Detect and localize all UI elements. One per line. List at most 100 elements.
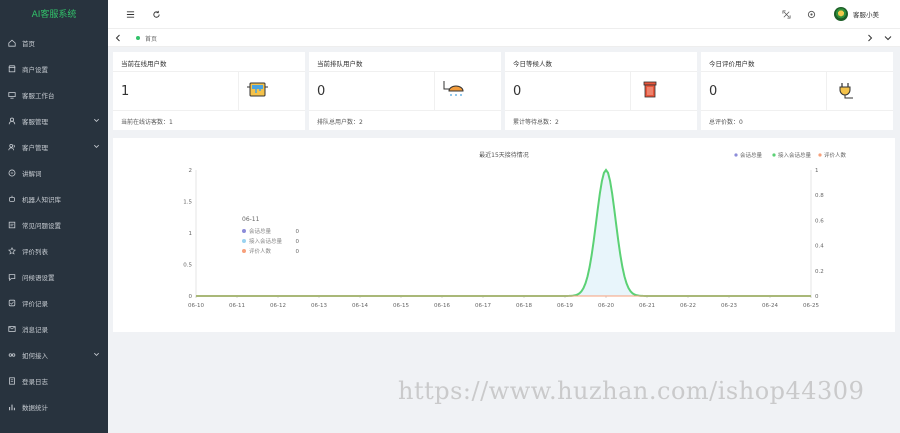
x-tick-label: 06-25	[803, 303, 819, 309]
card-footer: 累计等待总数：2	[513, 119, 559, 126]
sidebar-item-home[interactable]: 首页	[0, 30, 108, 56]
card-value: 0	[709, 84, 718, 99]
sidebar-item-message[interactable]: 消息记录	[0, 316, 108, 342]
x-tick-label: 06-18	[516, 303, 532, 309]
sidebar-item-label: 数据统计	[22, 404, 48, 412]
tooltip-value: 0	[296, 249, 300, 255]
sidebar-item-customers[interactable]: 客户管理	[0, 134, 108, 160]
tooltip-value: 0	[296, 229, 300, 235]
tooltip-date: 06-11	[242, 216, 260, 223]
sidebar-item-label: 消息记录	[22, 326, 48, 334]
robot-icon	[8, 195, 16, 203]
x-tick-label: 06-19	[557, 303, 573, 309]
theme-icon[interactable]	[806, 9, 816, 19]
sidebar-item-label: 客服工作台	[22, 92, 55, 100]
log-icon	[8, 377, 16, 385]
tab-home-label: 首页	[145, 35, 158, 43]
sidebar-item-connect[interactable]: 如何接入	[0, 342, 108, 368]
sidebar-item-log[interactable]: 登录日志	[0, 368, 108, 394]
chart-title: 最近15天接待情况	[479, 151, 529, 159]
tab-home[interactable]: 首页	[136, 33, 157, 43]
tab-scroll-right-icon[interactable]	[865, 33, 875, 43]
tab-options-chevron-down-icon[interactable]	[883, 33, 893, 43]
x-tick-label: 06-23	[721, 303, 737, 309]
sidebar-item-robot[interactable]: 机器人知识库	[0, 186, 108, 212]
y-right-tick-label: 0	[815, 294, 819, 300]
divider	[309, 71, 501, 72]
sidebar-item-star[interactable]: 评价列表	[0, 238, 108, 264]
chevron-down-icon	[94, 352, 99, 356]
connect-icon	[8, 351, 16, 359]
refresh-icon[interactable]	[151, 9, 161, 19]
fullscreen-icon[interactable]	[781, 9, 791, 19]
sidebar-item-label: 登录日志	[22, 378, 48, 386]
sidebar-item-rating[interactable]: 评价记录	[0, 290, 108, 316]
chevron-down-icon	[94, 144, 99, 148]
message-icon	[8, 325, 16, 333]
y-left-tick-label: 2	[189, 168, 193, 174]
chevron-down-icon	[94, 118, 99, 122]
sidebar-item-stats[interactable]: 数据统计	[0, 394, 108, 420]
x-tick-label: 06-21	[639, 303, 655, 309]
y-left-tick-label: 0	[189, 294, 193, 300]
y-left-tick-label: 1.5	[183, 200, 192, 206]
stats-icon	[8, 403, 16, 411]
divider	[505, 71, 697, 72]
divider	[113, 71, 305, 72]
star-icon	[8, 247, 16, 255]
sidebar-item-store[interactable]: 商户设置	[0, 56, 108, 82]
divider	[701, 71, 893, 72]
sidebar-item-faq[interactable]: 常见问题设置	[0, 212, 108, 238]
sidebar-item-label: 商户设置	[22, 66, 48, 74]
stat-card-rating: 今日评价用户数 0 总评价数：0	[701, 52, 893, 130]
home-icon	[8, 39, 16, 47]
y-left-tick-label: 1	[189, 231, 193, 237]
active-dot-icon	[136, 36, 140, 40]
divider	[113, 110, 305, 111]
card-footer: 排队总用户数：2	[317, 119, 363, 126]
avatar[interactable]	[834, 7, 848, 21]
faq-icon	[8, 221, 16, 229]
x-tick-label: 06-17	[475, 303, 491, 309]
paint-bucket-icon	[247, 82, 268, 97]
workbench-icon	[8, 91, 16, 99]
sidebar-item-label: 机器人知识库	[22, 196, 61, 204]
card-title: 今日等候人数	[513, 60, 552, 68]
menu-toggle-icon[interactable]	[125, 9, 135, 19]
brand-title[interactable]: AI客服系统	[0, 0, 108, 30]
tab-scroll-left-icon[interactable]	[113, 33, 123, 43]
legend-marker	[772, 153, 776, 157]
sidebar-item-label: 评价列表	[22, 248, 48, 256]
divider	[826, 72, 827, 110]
sidebar-item-label: 首页	[22, 40, 35, 48]
sidebar-item-speech[interactable]: 讲解词	[0, 160, 108, 186]
sidebar: AI客服系统 首页商户设置客服工作台客服管理客户管理讲解词机器人知识库常见问题设…	[0, 0, 108, 433]
y-right-tick-label: 0.4	[815, 244, 824, 250]
legend-marker	[734, 153, 738, 157]
sidebar-item-workbench[interactable]: 客服工作台	[0, 82, 108, 108]
legend-label: 评价人数	[824, 151, 847, 159]
y-right-tick-label: 0.8	[815, 193, 824, 199]
user-icon	[8, 117, 16, 125]
plug-icon	[839, 83, 853, 99]
divider	[238, 72, 239, 110]
stat-card-waiting: 今日等候人数 0 累计等待总数：2	[505, 52, 697, 130]
tooltip-series-label: 评价人数	[249, 247, 272, 255]
divider	[630, 72, 631, 110]
x-tick-label: 06-13	[311, 303, 327, 309]
sidebar-item-user[interactable]: 客服管理	[0, 108, 108, 134]
tooltip-series-label: 接入会话总量	[249, 237, 283, 245]
y-right-tick-label: 0.6	[815, 218, 824, 224]
x-tick-label: 06-15	[393, 303, 409, 309]
stat-card-queue: 当前排队用户数 0 排队总用户数：2	[309, 52, 501, 130]
username-label[interactable]: 客服小美	[853, 9, 879, 19]
stat-card-online: 当前在线用户数 1 当前在线访客数：1	[113, 52, 305, 130]
x-tick-label: 06-14	[352, 303, 368, 309]
series-area-fill	[196, 170, 811, 296]
y-right-tick-label: 1	[815, 168, 819, 174]
sidebar-menu: 首页商户设置客服工作台客服管理客户管理讲解词机器人知识库常见问题设置评价列表问候…	[0, 30, 108, 420]
sidebar-item-label: 讲解词	[22, 170, 42, 178]
sidebar-item-label: 客服管理	[22, 118, 48, 126]
card-title: 当前在线用户数	[121, 60, 167, 68]
sidebar-item-greeting[interactable]: 问候语设置	[0, 264, 108, 290]
